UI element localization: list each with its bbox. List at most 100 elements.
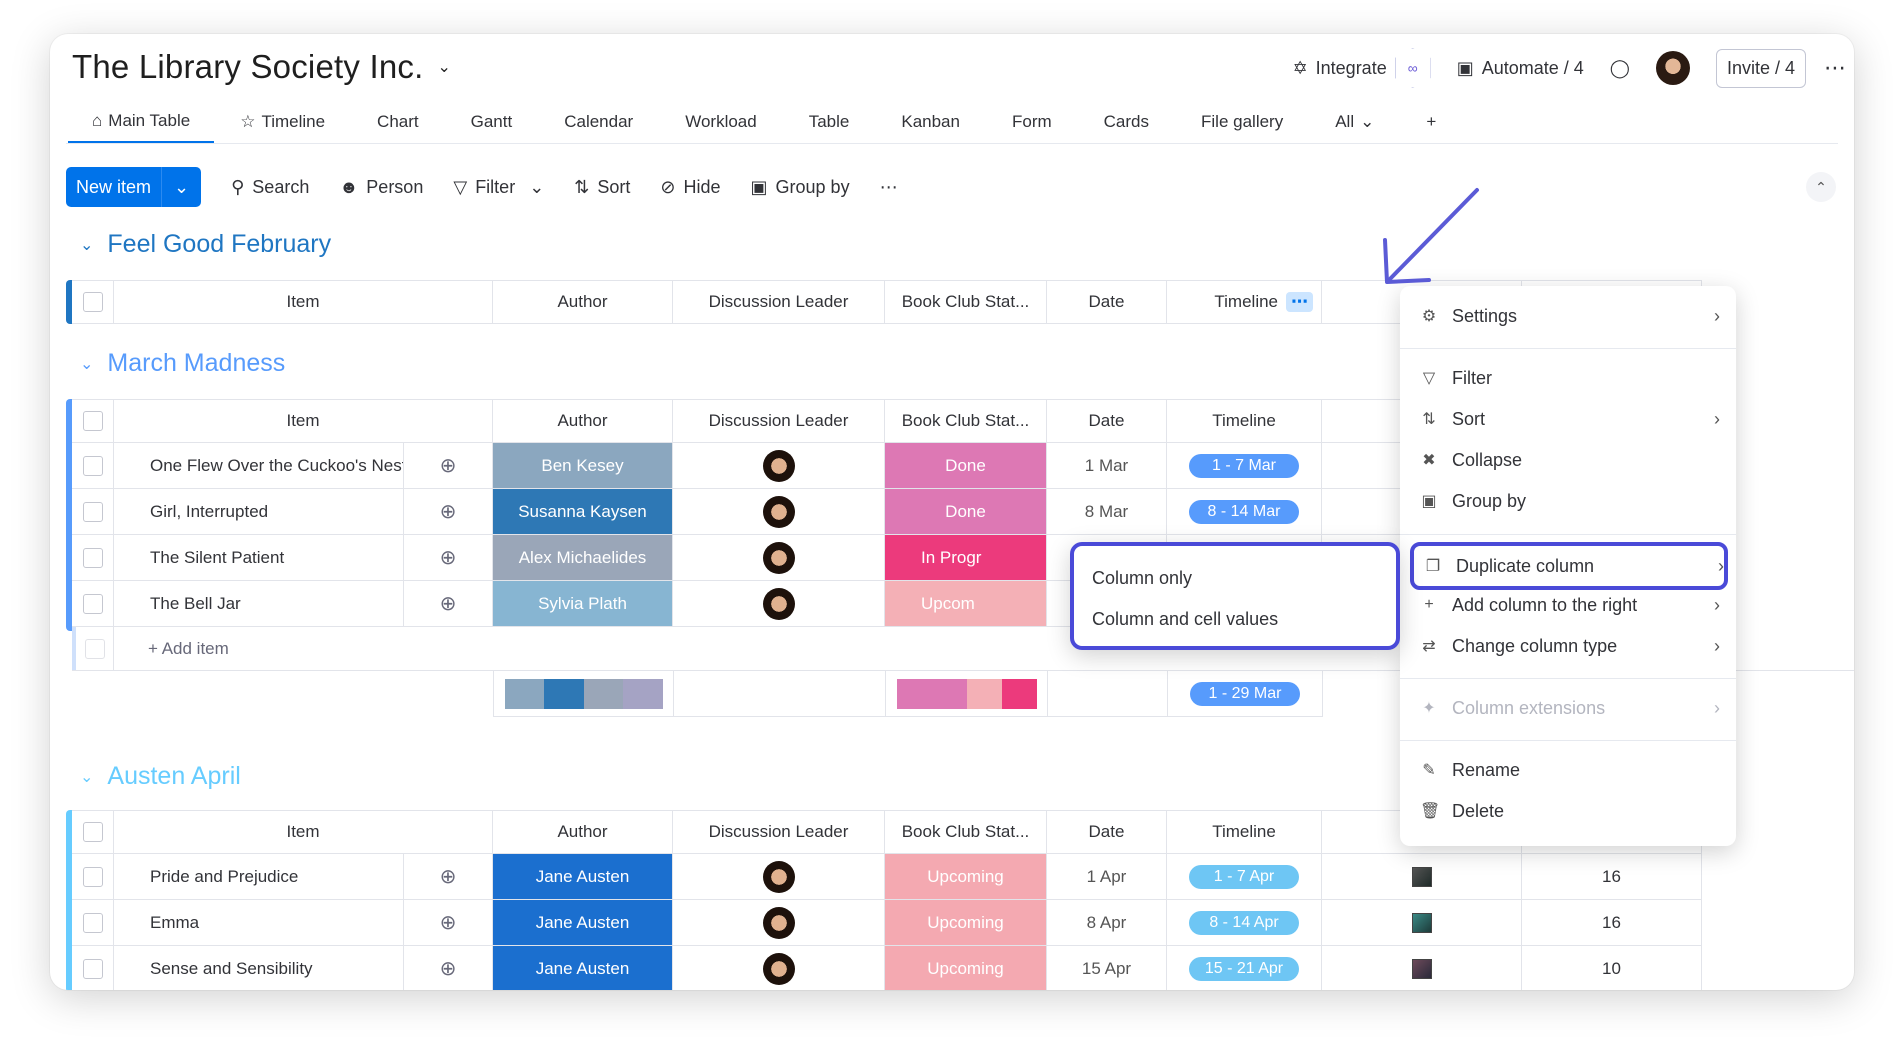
file-cell[interactable] (1322, 946, 1522, 990)
members-cell[interactable]: 10 (1522, 946, 1702, 990)
author-cell[interactable]: Jane Austen (493, 900, 673, 945)
row-checkbox[interactable] (82, 593, 103, 614)
author-cell[interactable]: Susanna Kaysen (493, 489, 673, 534)
add-view-icon[interactable]: + (1400, 100, 1462, 144)
file-thumbnail[interactable] (1411, 912, 1432, 933)
column-header-date[interactable]: Date (1047, 400, 1167, 442)
tab-workload[interactable]: Workload (659, 100, 783, 144)
table-row[interactable]: Pride and Prejudice ⊕ Jane Austen Upcomi… (72, 854, 1702, 900)
row-checkbox[interactable] (82, 958, 103, 979)
select-all-checkbox[interactable] (82, 411, 103, 431)
members-cell[interactable]: 16 (1522, 854, 1702, 899)
author-cell[interactable]: Jane Austen (493, 854, 673, 899)
chevron-down-icon[interactable]: ⌄ (161, 167, 201, 207)
column-header-item[interactable]: Item (114, 400, 493, 442)
status-cell[interactable]: Upcoming (885, 854, 1047, 899)
add-update-icon[interactable]: ⊕ (404, 489, 493, 534)
date-cell[interactable]: 15 Apr (1047, 946, 1167, 990)
timeline-cell[interactable]: 8 - 14 Mar (1167, 489, 1322, 534)
file-cell[interactable] (1322, 900, 1522, 945)
add-update-icon[interactable]: ⊕ (404, 854, 493, 899)
timeline-cell[interactable]: 1 - 7 Apr (1167, 854, 1322, 899)
tab-file-gallery[interactable]: File gallery (1175, 100, 1309, 144)
group-header-february[interactable]: ⌄ Feel Good February (80, 230, 331, 259)
row-checkbox[interactable] (82, 866, 103, 887)
status-cell[interactable]: Upcoming (885, 900, 1047, 945)
discussion-leader-cell[interactable] (673, 900, 885, 945)
status-cell[interactable]: Upcoming (885, 946, 1047, 990)
status-cell[interactable]: In Progr (885, 535, 1047, 580)
column-header-author[interactable]: Author (493, 400, 673, 442)
integrate-button[interactable]: ✡ Integrate ∞ (1293, 48, 1431, 88)
hide-button[interactable]: ⊘ Hide (660, 177, 720, 198)
sort-button[interactable]: ⇅ Sort (574, 177, 630, 198)
column-header-discussion-leader[interactable]: Discussion Leader (673, 400, 885, 442)
more-toolbar-icon[interactable]: ⋯ (880, 177, 898, 198)
item-name[interactable]: Emma (114, 900, 404, 945)
item-name[interactable]: The Silent Patient (114, 535, 404, 580)
menu-item-change-column-type[interactable]: ⇄ Change column type › (1420, 626, 1720, 666)
timeline-cell[interactable]: 8 - 14 Apr (1167, 900, 1322, 945)
tab-all[interactable]: All ⌄ (1309, 100, 1400, 144)
group-header-april[interactable]: ⌄ Austen April (80, 762, 241, 791)
item-name[interactable]: Girl, Interrupted (114, 489, 404, 534)
menu-item-duplicate-column[interactable]: ❐ Duplicate column › (1410, 542, 1728, 590)
table-row[interactable]: Sense and Sensibility ⊕ Jane Austen Upco… (72, 946, 1702, 990)
person-filter-button[interactable]: ☻ Person (339, 177, 423, 198)
select-all-checkbox[interactable] (82, 822, 103, 842)
tab-form[interactable]: Form (986, 100, 1078, 144)
column-header-timeline[interactable]: Timeline (1167, 811, 1322, 853)
date-cell[interactable]: 8 Apr (1047, 900, 1167, 945)
chevron-down-icon[interactable]: ⌄ (437, 57, 451, 77)
chevron-down-icon[interactable]: ⌄ (80, 235, 93, 255)
date-cell[interactable]: 1 Apr (1047, 854, 1167, 899)
file-thumbnail[interactable] (1411, 866, 1432, 887)
discussion-leader-cell[interactable] (673, 443, 885, 488)
more-options-icon[interactable]: ⋯ (1824, 55, 1846, 81)
new-item-button[interactable]: New item ⌄ (66, 167, 202, 207)
discussion-leader-cell[interactable] (673, 854, 885, 899)
add-update-icon[interactable]: ⊕ (404, 443, 493, 488)
board-title[interactable]: The Library Society Inc. ⌄ (72, 48, 451, 86)
column-menu-icon[interactable]: ⋯ (1286, 292, 1313, 312)
select-all-checkbox[interactable] (82, 292, 103, 312)
column-header-status[interactable]: Book Club Stat... (885, 811, 1047, 853)
row-checkbox[interactable] (82, 912, 103, 933)
add-update-icon[interactable]: ⊕ (404, 946, 493, 990)
column-header-date[interactable]: Date (1047, 281, 1167, 323)
tab-gantt[interactable]: Gantt (445, 100, 539, 144)
row-checkbox[interactable] (82, 547, 103, 568)
menu-item-sort[interactable]: ⇅ Sort › (1420, 399, 1720, 439)
tab-cards[interactable]: Cards (1078, 100, 1175, 144)
status-cell[interactable]: Upcom (885, 581, 1047, 626)
search-button[interactable]: ⚲ Search (231, 177, 309, 198)
members-cell[interactable]: 16 (1522, 900, 1702, 945)
item-name[interactable]: One Flew Over the Cuckoo's Nest (114, 443, 404, 488)
tab-calendar[interactable]: Calendar (538, 100, 659, 144)
comment-icon[interactable]: ◯ (1610, 58, 1630, 79)
column-header-author[interactable]: Author (493, 811, 673, 853)
date-cell[interactable]: 1 Mar (1047, 443, 1167, 488)
menu-item-filter[interactable]: ▽ Filter (1420, 358, 1720, 398)
column-header-item[interactable]: Item (114, 811, 493, 853)
tab-chart[interactable]: Chart (351, 100, 445, 144)
column-header-timeline[interactable]: Timeline (1167, 400, 1322, 442)
author-cell[interactable]: Alex Michaelides (493, 535, 673, 580)
column-header-discussion-leader[interactable]: Discussion Leader (673, 281, 885, 323)
row-checkbox[interactable] (82, 455, 103, 476)
column-header-timeline[interactable]: Timeline ⋯ (1167, 281, 1322, 323)
file-cell[interactable] (1322, 854, 1522, 899)
tab-table[interactable]: Table (783, 100, 876, 144)
collapse-header-icon[interactable]: ⌃ (1806, 172, 1836, 202)
discussion-leader-cell[interactable] (673, 581, 885, 626)
filter-button[interactable]: ▽ Filter ⌄ (453, 177, 544, 198)
menu-item-group-by[interactable]: ▣ Group by (1420, 481, 1720, 521)
file-thumbnail[interactable] (1411, 958, 1432, 979)
item-name[interactable]: The Bell Jar (114, 581, 404, 626)
chevron-down-icon[interactable]: ⌄ (80, 354, 93, 374)
timeline-cell[interactable]: 15 - 21 Apr (1167, 946, 1322, 990)
group-by-button[interactable]: ▣ Group by (751, 177, 850, 198)
column-header-discussion-leader[interactable]: Discussion Leader (673, 811, 885, 853)
timeline-cell[interactable]: 1 - 7 Mar (1167, 443, 1322, 488)
invite-button[interactable]: Invite / 4 (1715, 48, 1806, 88)
